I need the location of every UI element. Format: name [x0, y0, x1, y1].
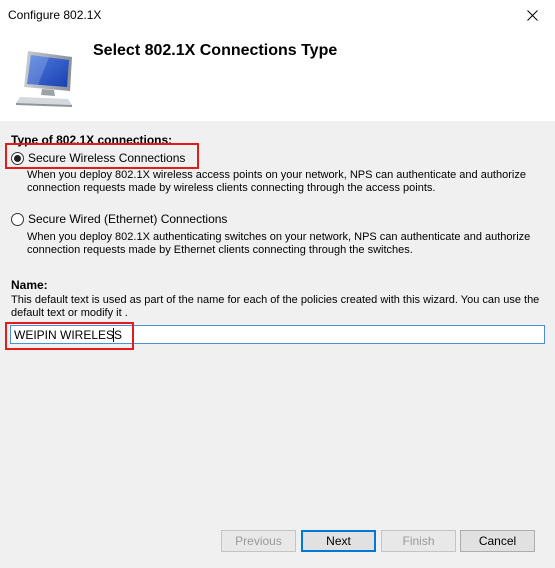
wireless-description: When you deploy 802.1X wireless access p…: [27, 169, 526, 194]
window-title: Configure 802.1X: [8, 8, 102, 22]
radio-wired-button[interactable]: [11, 212, 24, 226]
cancel-button[interactable]: Cancel: [460, 530, 535, 552]
close-icon: [526, 10, 538, 21]
wizard-footer: Previous Next Finish Cancel: [0, 518, 555, 568]
title-bar: Configure 802.1X: [0, 0, 555, 31]
wired-description: When you deploy 802.1X authenticating sw…: [27, 231, 531, 256]
next-button[interactable]: Next: [301, 530, 376, 552]
highlight-box-wireless: [5, 143, 199, 169]
radio-wired-label: Secure Wired (Ethernet) Connections: [28, 212, 228, 226]
wizard-header: Select 802.1X Connections Type: [0, 31, 555, 121]
highlight-box-name: [5, 322, 134, 350]
wizard-content: Type of 802.1X connections: Secure Wirel…: [0, 121, 555, 518]
page-heading: Select 802.1X Connections Type: [93, 42, 338, 59]
previous-button[interactable]: Previous: [221, 530, 296, 552]
name-help-text: This default text is used as part of the…: [11, 294, 540, 319]
finish-button[interactable]: Finish: [381, 530, 456, 552]
close-button[interactable]: [509, 0, 555, 31]
monitor-icon: [16, 51, 72, 107]
radio-wired[interactable]: Secure Wired (Ethernet) Connections: [11, 212, 227, 226]
name-label: Name:: [11, 278, 48, 292]
